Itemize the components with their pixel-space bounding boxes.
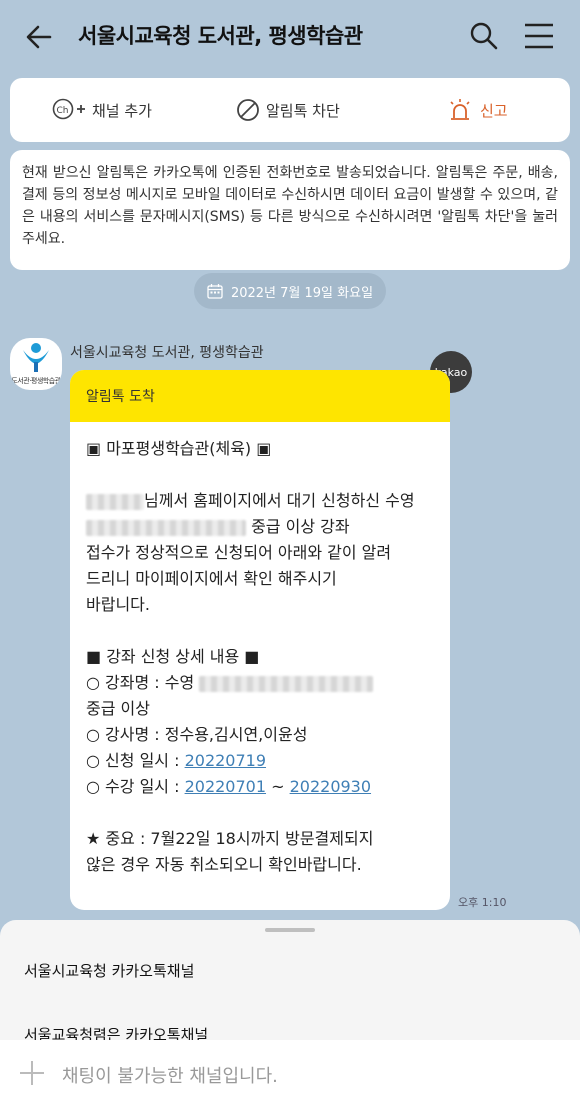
add-channel-label: 채널 추가	[92, 101, 152, 120]
channel-add-icon: Ch	[52, 98, 85, 120]
period-end-link[interactable]: 20220930	[290, 777, 371, 796]
message-line: 바랍니다.	[86, 595, 150, 614]
add-channel-button[interactable]: Ch 채널 추가	[52, 78, 152, 142]
sheet-drag-handle[interactable]	[265, 928, 315, 932]
seoul-education-logo-icon	[23, 343, 49, 372]
redacted-course	[86, 519, 246, 536]
sheet-item-channel-1[interactable]: 서울시교육청 카카오톡채널	[24, 960, 194, 981]
course-name-cont: 중급 이상	[86, 699, 150, 718]
important-line: 않은 경우 자동 취소되오니 확인바랍니다.	[86, 855, 362, 874]
search-icon	[470, 22, 498, 50]
plus-button[interactable]	[18, 1059, 46, 1087]
apply-date-line: ○ 신청 일시 : 20220719	[86, 751, 267, 770]
period-line: ○ 수강 일시 : 20220701 ~ 20220930	[86, 777, 372, 796]
alimtalk-notice: 현재 받으신 알림톡은 카카오톡에 인증된 전화번호로 발송되었습니다. 알림톡…	[10, 150, 570, 270]
svg-text:Ch: Ch	[57, 106, 69, 116]
bubble-body: ▣ 마포평생학습관(체육) ▣ 님께서 홈페이지에서 대기 신청하신 수영 중급…	[70, 422, 450, 878]
hamburger-menu-icon	[525, 23, 553, 49]
redacted-name	[86, 493, 144, 510]
date-divider-text: 2022년 7월 19일 화요일	[230, 285, 374, 301]
chat-input-bar: 채팅이 불가능한 채널입니다.	[0, 1040, 580, 1102]
channel-avatar[interactable]: 도서관·평생학습관	[10, 338, 62, 390]
block-icon	[237, 99, 259, 121]
avatar-caption: 도서관·평생학습관	[11, 377, 61, 385]
channel-action-card: Ch 채널 추가 알림톡 차단 신고	[10, 78, 570, 142]
period-start-link[interactable]: 20220701	[185, 777, 266, 796]
siren-icon	[450, 99, 470, 120]
apply-date-link[interactable]: 20220719	[185, 751, 266, 770]
chat-disabled-text: 채팅이 불가능한 채널입니다.	[62, 1066, 278, 1087]
teacher-line: ○ 강사명 : 정수용,김시연,이윤성	[86, 725, 308, 744]
bubble-header: 알림톡 도착	[70, 370, 450, 422]
important-line: ★ 중요 : 7월22일 18시까지 방문결제되지	[86, 829, 374, 848]
detail-title: ■ 강좌 신청 상세 내용 ■	[86, 647, 260, 666]
report-button[interactable]: 신고	[446, 78, 508, 142]
block-alimtalk-button[interactable]: 알림톡 차단	[236, 78, 340, 142]
plus-icon	[20, 1061, 44, 1085]
message-bubble: 알림톡 도착 ▣ 마포평생학습관(체육) ▣ 님께서 홈페이지에서 대기 신청하…	[70, 370, 450, 910]
menu-button[interactable]	[522, 20, 556, 52]
message-line: 접수가 정상적으로 신청되어 아래와 같이 알려	[86, 543, 392, 562]
redacted-course-name	[199, 675, 374, 692]
message-line: 중급 이상 강좌	[86, 514, 434, 540]
top-bar: 서울시교육청 도서관, 평생학습관	[0, 0, 580, 72]
report-label: 신고	[480, 101, 508, 120]
message-line: 드리니 마이페이지에서 확인 해주시기	[86, 569, 337, 588]
back-arrow-icon	[26, 25, 52, 49]
message-time: 오후 1:10	[458, 896, 507, 909]
message-line: 님께서 홈페이지에서 대기 신청하신 수영	[86, 488, 434, 514]
page-title: 서울시교육청 도서관, 평생학습관	[78, 24, 363, 48]
search-button[interactable]	[468, 20, 500, 52]
back-button[interactable]	[22, 20, 56, 54]
calendar-icon	[207, 284, 223, 299]
message-title: ▣ 마포평생학습관(체육) ▣	[86, 439, 272, 458]
block-alimtalk-label: 알림톡 차단	[266, 101, 340, 120]
course-name-line: ○ 강좌명 : 수영	[86, 670, 434, 696]
date-divider: 2022년 7월 19일 화요일	[194, 273, 386, 309]
sender-name: 서울시교육청 도서관, 평생학습관	[70, 345, 264, 361]
